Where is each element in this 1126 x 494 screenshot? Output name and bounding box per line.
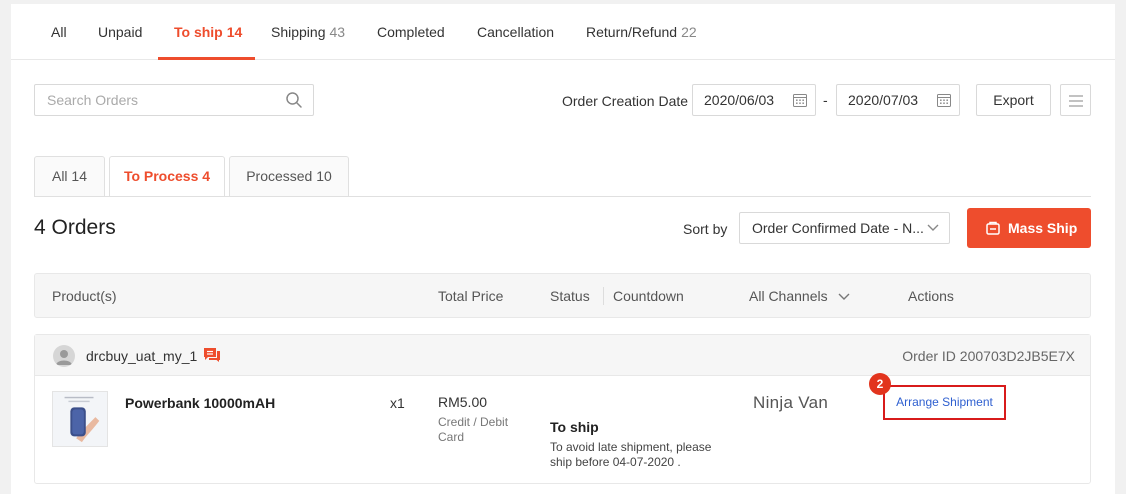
mass-ship-icon <box>986 221 1000 235</box>
start-date-value: 2020/06/03 <box>704 92 775 108</box>
tab-label: Unpaid <box>98 24 143 40</box>
orders-count-title: 4 Orders <box>34 216 116 239</box>
tab-unpaid[interactable]: Unpaid <box>98 4 142 60</box>
arrange-shipment-button[interactable]: Arrange Shipment <box>883 385 1006 420</box>
header-status: Status <box>550 288 590 304</box>
tab-label: Return/Refund <box>586 24 678 40</box>
channels-filter[interactable]: All Channels <box>749 288 850 304</box>
chevron-down-icon <box>838 293 849 301</box>
tab-label: Completed <box>377 24 445 40</box>
sort-select[interactable]: Order Confirmed Date - N... <box>739 212 950 244</box>
subtab-divider <box>34 196 1091 197</box>
tab-completed[interactable]: Completed <box>377 4 445 60</box>
chat-icon[interactable] <box>203 347 221 363</box>
search-input[interactable] <box>35 85 275 115</box>
subtab-to-process[interactable]: To Process 4 <box>109 156 225 197</box>
order-total-price: RM5.00 <box>438 394 488 410</box>
list-menu-icon <box>1069 95 1083 107</box>
search-box <box>34 84 314 116</box>
tab-count: 14 <box>226 24 243 40</box>
active-tab-indicator <box>158 57 255 60</box>
powerbank-image <box>53 392 107 446</box>
tab-label: All <box>51 24 67 40</box>
product-name[interactable]: Powerbank 10000mAH <box>125 395 275 411</box>
date-range-separator: - <box>823 92 828 108</box>
channels-filter-label: All Channels <box>749 288 828 304</box>
search-icon[interactable] <box>285 91 303 109</box>
subtab-all[interactable]: All 14 <box>34 156 105 196</box>
end-date-picker[interactable]: 2020/07/03 <box>836 84 960 116</box>
tab-all[interactable]: All <box>51 4 67 60</box>
tab-label: Shipping <box>271 24 326 40</box>
sort-by-label: Sort by <box>683 221 728 237</box>
header-countdown: Countdown <box>613 288 684 304</box>
tab-to-ship[interactable]: To ship 14 <box>174 4 242 60</box>
end-date-value: 2020/07/03 <box>848 92 919 108</box>
product-quantity: x1 <box>390 395 405 411</box>
chevron-down-icon <box>927 224 939 231</box>
tab-return-refund[interactable]: Return/Refund 22 <box>586 4 697 60</box>
order-creation-date-label: Order Creation Date <box>562 93 689 109</box>
header-products: Product(s) <box>52 288 117 304</box>
order-status: To ship <box>550 419 599 435</box>
buyer-avatar <box>53 345 75 367</box>
mass-ship-label: Mass Ship <box>1008 220 1078 236</box>
sort-select-value: Order Confirmed Date - N... <box>752 220 924 236</box>
order-id: Order ID 200703D2JB5E7X <box>902 348 1075 364</box>
tab-label: Cancellation <box>477 24 555 40</box>
header-actions: Actions <box>908 288 954 304</box>
tab-label: To ship <box>174 24 223 40</box>
orders-panel: All Unpaid To ship 14 Shipping 43 Complete… <box>11 4 1115 494</box>
tab-cancellation[interactable]: Cancellation <box>477 4 554 60</box>
buyer-username[interactable]: drcbuy_uat_my_1 <box>86 348 197 364</box>
payment-method: Credit / Debit Card <box>438 415 509 444</box>
calendar-icon <box>793 94 807 107</box>
order-card: drcbuy_uat_my_1 Order ID 200703D2JB5E7X … <box>34 334 1091 484</box>
shipping-channel: Ninja Van <box>753 393 829 412</box>
tab-shipping[interactable]: Shipping 43 <box>271 4 345 60</box>
start-date-picker[interactable]: 2020/06/03 <box>692 84 816 116</box>
subtab-processed[interactable]: Processed 10 <box>229 156 349 196</box>
calendar-icon <box>937 94 951 107</box>
orders-table-header: Product(s) Total Price Status Countdown … <box>34 273 1091 318</box>
user-icon <box>56 350 72 365</box>
product-thumbnail[interactable] <box>52 391 108 447</box>
export-button[interactable]: Export <box>976 84 1051 116</box>
step-badge: 2 <box>869 373 891 395</box>
mass-ship-button[interactable]: Mass Ship <box>967 208 1091 248</box>
order-status-tabs: All Unpaid To ship 14 Shipping 43 Complete… <box>11 4 1115 60</box>
order-status-note: To avoid late shipment, please ship befo… <box>550 440 712 469</box>
order-card-header: drcbuy_uat_my_1 Order ID 200703D2JB5E7X <box>35 335 1090 376</box>
menu-button[interactable] <box>1060 84 1091 116</box>
header-total-price: Total Price <box>438 288 504 304</box>
header-divider <box>603 287 604 305</box>
tab-count: 43 <box>329 24 346 40</box>
tab-count: 22 <box>681 24 697 40</box>
